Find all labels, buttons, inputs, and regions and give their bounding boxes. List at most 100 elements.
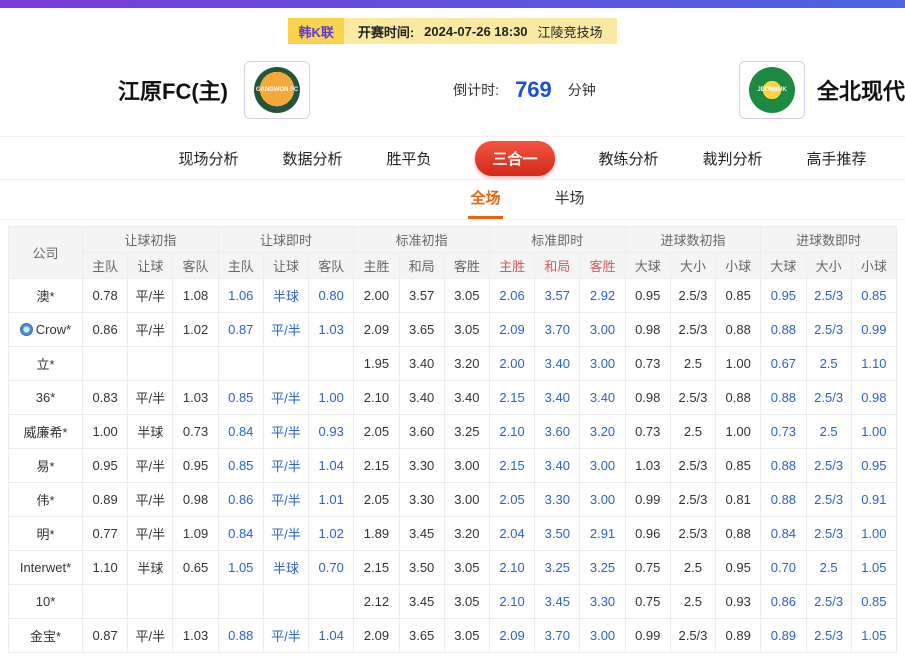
- main-nav: 现场分析 数据分析 胜平负 三合一 教练分析 裁判分析 高手推荐: [0, 136, 905, 180]
- company-name[interactable]: 威廉希*: [9, 415, 83, 449]
- odds-cell: 平/半: [128, 449, 173, 483]
- odds-cell: 2.5: [670, 585, 715, 619]
- nav-tab-7[interactable]: 高手推荐: [807, 148, 867, 169]
- odds-cell: 0.73: [625, 347, 670, 381]
- group-header: 让球初指: [83, 227, 219, 253]
- odds-cell: 0.95: [761, 279, 806, 313]
- nav-tab-6[interactable]: 裁判分析: [703, 148, 763, 169]
- odds-cell: 1.03: [309, 313, 354, 347]
- odds-row: 威廉希*1.00半球0.730.84平/半0.932.053.603.252.1…: [9, 415, 897, 449]
- odds-cell: 1.01: [309, 483, 354, 517]
- odds-cell: 2.15: [354, 449, 399, 483]
- company-name[interactable]: Crow*: [9, 313, 83, 347]
- odds-cell: 0.70: [761, 551, 806, 585]
- odds-cell: 0.75: [625, 585, 670, 619]
- subtab-1[interactable]: 全场: [468, 187, 502, 219]
- odds-cell: 1.00: [851, 415, 896, 449]
- odds-cell: 2.09: [354, 619, 399, 653]
- odds-cell: 1.02: [173, 313, 218, 347]
- odds-cell: 3.30: [399, 449, 444, 483]
- countdown-unit: 分钟: [568, 82, 596, 98]
- odds-cell: 0.88: [716, 381, 761, 415]
- countdown-value: 769: [515, 77, 552, 102]
- odds-cell: 3.60: [399, 415, 444, 449]
- odds-cell: 0.91: [851, 483, 896, 517]
- odds-cell: 0.65: [173, 551, 218, 585]
- company-name[interactable]: 金宝*: [9, 619, 83, 653]
- odds-row: 立*1.953.403.202.003.403.000.732.51.000.6…: [9, 347, 897, 381]
- kickoff-badge: 开赛时间: 2024-07-26 18:30 江陵竞技场: [344, 18, 617, 44]
- away-team-logo-icon: JEONBUK: [749, 67, 795, 113]
- odds-cell: 平/半: [263, 313, 308, 347]
- odds-cell: 2.09: [489, 313, 534, 347]
- odds-cell: 3.05: [444, 551, 489, 585]
- odds-cell: 3.20: [444, 347, 489, 381]
- odds-cell: 2.5/3: [670, 517, 715, 551]
- odds-cell: 1.05: [851, 619, 896, 653]
- odds-cell: 0.98: [625, 381, 670, 415]
- odds-cell: 0.95: [83, 449, 128, 483]
- odds-cell: 平/半: [128, 517, 173, 551]
- odds-cell: 2.5: [670, 347, 715, 381]
- odds-cell: 3.40: [580, 381, 625, 415]
- company-name[interactable]: 10*: [9, 585, 83, 619]
- odds-cell: 2.5/3: [806, 279, 851, 313]
- odds-cell: 2.05: [354, 483, 399, 517]
- company-name[interactable]: 明*: [9, 517, 83, 551]
- column-header: 客胜: [444, 253, 489, 279]
- odds-cell: 0.88: [761, 381, 806, 415]
- odds-cell: 半球: [128, 551, 173, 585]
- odds-cell: 3.25: [444, 415, 489, 449]
- odds-cell: 平/半: [128, 483, 173, 517]
- nav-tab-1[interactable]: 现场分析: [178, 148, 238, 169]
- odds-cell: 0.73: [761, 415, 806, 449]
- countdown-label: 倒计时:: [453, 82, 499, 98]
- company-name[interactable]: 澳*: [9, 279, 83, 313]
- company-name[interactable]: 易*: [9, 449, 83, 483]
- away-logo-box: JEONBUK: [739, 61, 805, 119]
- odds-cell: 平/半: [128, 381, 173, 415]
- odds-cell: 0.93: [716, 585, 761, 619]
- odds-cell: 0.85: [218, 449, 263, 483]
- odds-row: Interwet*1.10半球0.651.05半球0.702.153.503.0…: [9, 551, 897, 585]
- odds-cell: 0.99: [851, 313, 896, 347]
- odds-cell: 1.03: [625, 449, 670, 483]
- subtab-2[interactable]: 半场: [553, 187, 587, 219]
- odds-cell: 0.84: [218, 415, 263, 449]
- odds-cell: 0.70: [309, 551, 354, 585]
- odds-cell: 3.20: [580, 415, 625, 449]
- odds-cell: 3.60: [535, 415, 580, 449]
- column-header: 主队: [218, 253, 263, 279]
- company-name[interactable]: Interwet*: [9, 551, 83, 585]
- home-team-logo-icon: GANGWON FC: [254, 67, 300, 113]
- company-name[interactable]: 36*: [9, 381, 83, 415]
- nav-tab-4[interactable]: 三合一: [475, 141, 554, 176]
- company-name[interactable]: 立*: [9, 347, 83, 381]
- odds-cell: 平/半: [263, 449, 308, 483]
- odds-cell: 0.85: [716, 279, 761, 313]
- odds-cell: 0.96: [625, 517, 670, 551]
- nav-tab-2[interactable]: 数据分析: [282, 148, 342, 169]
- odds-cell: 3.30: [535, 483, 580, 517]
- nav-tab-3[interactable]: 胜平负: [386, 148, 431, 169]
- odds-cell: [218, 347, 263, 381]
- company-name[interactable]: 伟*: [9, 483, 83, 517]
- odds-cell: 0.88: [761, 483, 806, 517]
- odds-cell: 2.04: [489, 517, 534, 551]
- odds-cell: 3.40: [399, 381, 444, 415]
- odds-cell: 2.5/3: [670, 381, 715, 415]
- nav-tab-5[interactable]: 教练分析: [599, 148, 659, 169]
- odds-cell: 2.5/3: [670, 279, 715, 313]
- odds-cell: 3.70: [535, 313, 580, 347]
- column-header: 和局: [535, 253, 580, 279]
- odds-cell: 2.5/3: [806, 517, 851, 551]
- odds-cell: 0.95: [851, 449, 896, 483]
- odds-comparison-table: 公司让球初指让球即时标准初指标准即时进球数初指进球数即时 主队让球客队主队让球客…: [8, 226, 897, 653]
- column-header: 大小: [670, 253, 715, 279]
- odds-cell: 0.87: [83, 619, 128, 653]
- odds-cell: 平/半: [263, 483, 308, 517]
- odds-cell: 3.00: [580, 483, 625, 517]
- odds-cell: 2.15: [489, 381, 534, 415]
- odds-cell: 半球: [263, 279, 308, 313]
- column-header: 主队: [83, 253, 128, 279]
